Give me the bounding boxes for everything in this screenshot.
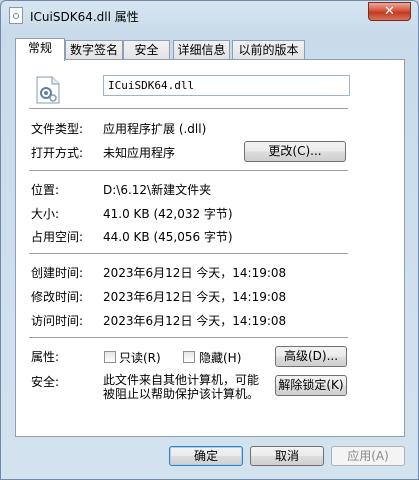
size-on-disk-value: 44.0 KB (45,056 字节) xyxy=(103,230,233,244)
security-message-line: 被阻止以帮助保护该计算机。 xyxy=(103,387,260,401)
general-panel: ICuiSDK64.dll 文件类型: 应用程序扩展 (.dll) 打开方式: … xyxy=(15,59,405,437)
dll-file-icon xyxy=(36,76,60,104)
change-button[interactable]: 更改(C)... xyxy=(244,141,346,162)
file-type-label: 文件类型: xyxy=(31,122,84,136)
tab-security[interactable]: 安全 xyxy=(123,40,170,60)
security-label: 安全: xyxy=(31,375,60,389)
size-value: 41.0 KB (42,032 字节) xyxy=(103,207,233,221)
hidden-checkbox[interactable] xyxy=(183,351,195,363)
size-label: 大小: xyxy=(31,207,60,221)
tab-digital-signatures[interactable]: 数字签名 xyxy=(65,40,123,60)
apply-button[interactable]: 应用(A) xyxy=(331,446,405,466)
dll-file-icon xyxy=(9,7,23,24)
separator xyxy=(29,337,348,339)
modified-label: 修改时间: xyxy=(31,290,84,304)
tab-previous-versions[interactable]: 以前的版本 xyxy=(232,40,305,60)
close-icon: ✕ xyxy=(384,4,395,19)
ok-button[interactable]: 确定 xyxy=(169,446,243,466)
opens-with-label: 打开方式: xyxy=(31,146,84,160)
opens-with-value: 未知应用程序 xyxy=(103,146,176,160)
readonly-label[interactable]: 只读(R) xyxy=(119,349,161,366)
accessed-label: 访问时间: xyxy=(31,314,84,328)
separator xyxy=(29,253,348,255)
hidden-label[interactable]: 隐藏(H) xyxy=(199,349,241,366)
attributes-label: 属性: xyxy=(31,350,60,364)
created-label: 创建时间: xyxy=(31,266,84,280)
created-value: 2023年6月12日 今天，14:19:08 xyxy=(103,266,287,280)
modified-value: 2023年6月12日 今天，14:19:08 xyxy=(103,290,287,304)
window-title: ICuiSDK64.dll 属性 xyxy=(30,10,139,24)
separator xyxy=(29,108,348,110)
readonly-checkbox[interactable] xyxy=(104,351,116,363)
security-message: 此文件来自其他计算机，可能 被阻止以帮助保护该计算机。 xyxy=(103,373,273,401)
title-bar[interactable]: ICuiSDK64.dll 属性 ✕ xyxy=(1,1,418,31)
location-value: D:\6.12\新建文件夹 xyxy=(103,183,212,197)
cancel-button[interactable]: 取消 xyxy=(250,446,324,466)
location-label: 位置: xyxy=(31,183,60,197)
tab-details[interactable]: 详细信息 xyxy=(173,40,230,60)
separator xyxy=(29,170,348,172)
file-type-value: 应用程序扩展 (.dll) xyxy=(103,122,207,136)
accessed-value: 2023年6月12日 今天，14:19:08 xyxy=(103,314,287,328)
size-on-disk-label: 占用空间: xyxy=(31,230,84,244)
unblock-button[interactable]: 解除锁定(K) xyxy=(275,375,347,396)
properties-window: ICuiSDK64.dll 属性 ✕ 常规 数字签名 安全 详细信息 以前的版本… xyxy=(0,0,419,480)
file-name-field[interactable]: ICuiSDK64.dll xyxy=(103,75,350,96)
advanced-button[interactable]: 高级(D)... xyxy=(275,346,347,367)
security-message-line: 此文件来自其他计算机，可能 xyxy=(103,373,260,387)
tab-general[interactable]: 常规 xyxy=(15,38,65,61)
close-button[interactable]: ✕ xyxy=(368,2,411,21)
